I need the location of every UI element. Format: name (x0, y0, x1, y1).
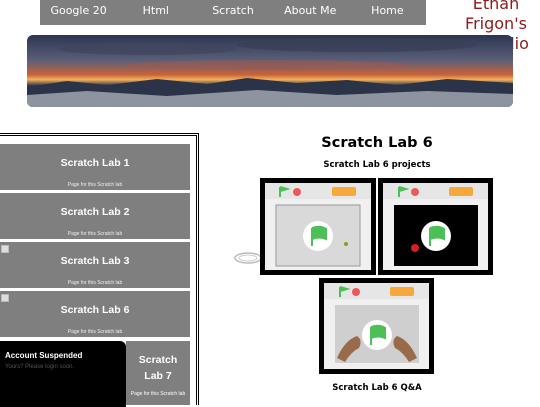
lab-caption: Page for this Scratch lab (67, 182, 123, 188)
nav-about-me[interactable]: About Me (272, 0, 349, 25)
lab-caption: Page for this Scratch lab (67, 329, 123, 335)
nav-scratch[interactable]: Scratch (194, 0, 271, 25)
suspended-text: Yours? Please login soon. (5, 364, 75, 370)
lab-title: Scratch Lab 7 (126, 352, 190, 384)
scratch-project-embed-2[interactable] (378, 178, 493, 275)
sidebar: Scratch Lab 1 Page for this Scratch lab … (0, 133, 199, 407)
sidebar-item-scratch-lab-1[interactable]: Scratch Lab 1 Page for this Scratch lab (0, 144, 190, 190)
suspended-account-notice: Account Suspended Yours? Please login so… (0, 341, 126, 407)
broken-image-icon (1, 294, 9, 302)
sidebar-item-scratch-lab-6[interactable]: Scratch Lab 6 Page for this Scratch lab (0, 291, 190, 337)
banner-image (27, 35, 513, 107)
qa-link[interactable]: Scratch Lab 6 Q&A (300, 383, 454, 393)
suspended-heading: Account Suspended (5, 351, 83, 360)
lab-title: Scratch Lab 2 (60, 206, 130, 218)
sidebar-item-scratch-lab-2[interactable]: Scratch Lab 2 Page for this Scratch lab (0, 193, 190, 239)
lab-caption: Page for this Scratch lab (67, 280, 123, 286)
broken-image-icon (1, 245, 9, 253)
lab-caption: Page for this Scratch lab (130, 391, 186, 397)
site-title-line1: Ethan (472, 0, 520, 13)
top-nav: Google 20 Html Scratch About Me Home (40, 0, 426, 25)
lab7-line2: Lab 7 (144, 370, 172, 382)
lab-title: Scratch Lab 6 (60, 304, 130, 316)
scratch-project-embed-3[interactable] (319, 278, 434, 374)
lab-title: Scratch Lab 3 (60, 255, 130, 267)
loading-spinner-icon (234, 252, 262, 264)
nav-home[interactable]: Home (349, 0, 426, 25)
nav-google20[interactable]: Google 20 (40, 0, 117, 25)
page-title: Scratch Lab 6 (321, 135, 433, 151)
sidebar-item-scratch-lab-3[interactable]: Scratch Lab 3 Page for this Scratch lab (0, 242, 190, 288)
nav-html[interactable]: Html (117, 0, 194, 25)
sidebar-item-scratch-lab-7[interactable]: Scratch Lab 7 Page for this Scratch lab (126, 341, 190, 405)
lab-caption: Page for this Scratch lab (67, 231, 123, 237)
scratch-project-embed-1[interactable] (260, 178, 376, 275)
lab-title: Scratch Lab 1 (60, 157, 130, 169)
projects-heading: Scratch Lab 6 projects (323, 160, 431, 170)
lab7-line1: Scratch (138, 354, 178, 366)
site-title-line2: Frigon's (465, 14, 527, 33)
